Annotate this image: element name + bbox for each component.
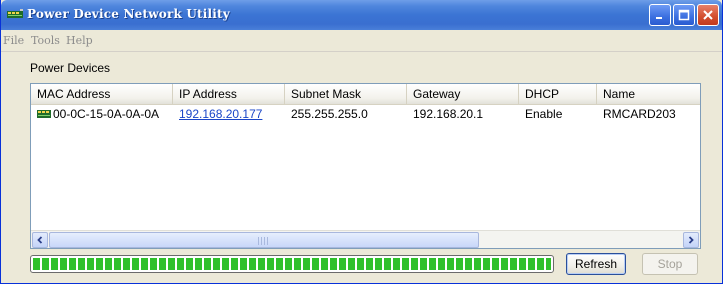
stop-button[interactable]: Stop xyxy=(642,253,698,275)
title-bar[interactable]: Power Device Network Utility xyxy=(1,0,722,30)
horizontal-scrollbar[interactable] xyxy=(31,230,700,248)
grip-icon xyxy=(258,237,268,245)
window-title: Power Device Network Utility xyxy=(27,7,230,21)
progress-fill xyxy=(33,258,551,270)
cell-subnet: 255.255.255.0 xyxy=(291,107,368,121)
list-header: MAC Address IP Address Subnet Mask Gatew… xyxy=(31,84,700,105)
column-header-gateway[interactable]: Gateway xyxy=(407,84,519,104)
close-button[interactable] xyxy=(697,4,719,26)
table-row[interactable]: 00-0C-15-0A-0A-0A 192.168.20.177 255.255… xyxy=(31,106,700,122)
cell-gateway: 192.168.20.1 xyxy=(413,107,484,121)
chevron-left-icon xyxy=(37,236,43,244)
network-device-icon xyxy=(37,110,51,118)
maximize-icon xyxy=(678,9,690,21)
app-window: Power Device Network Utility File Tools … xyxy=(0,0,723,284)
minimize-icon xyxy=(656,17,662,19)
close-icon xyxy=(703,10,713,20)
app-icon xyxy=(7,9,23,18)
column-header-dhcp[interactable]: DHCP xyxy=(519,84,597,104)
cell-name: RMCARD203 xyxy=(603,107,676,121)
column-header-mac[interactable]: MAC Address xyxy=(31,84,173,104)
scroll-left-button[interactable] xyxy=(32,232,48,248)
chevron-right-icon xyxy=(688,236,694,244)
scan-progress-bar xyxy=(30,255,554,273)
maximize-button[interactable] xyxy=(673,4,695,26)
column-header-name[interactable]: Name xyxy=(597,84,700,104)
devices-group-label: Power Devices xyxy=(30,61,111,75)
scrollbar-thumb[interactable] xyxy=(49,232,479,248)
minimize-button[interactable] xyxy=(649,4,671,26)
scroll-right-button[interactable] xyxy=(683,232,699,248)
refresh-button[interactable]: Refresh xyxy=(566,253,626,275)
cell-mac: 00-0C-15-0A-0A-0A xyxy=(53,107,160,121)
cell-dhcp: Enable xyxy=(525,107,563,121)
devices-list[interactable]: MAC Address IP Address Subnet Mask Gatew… xyxy=(30,83,701,249)
menu-tools[interactable]: Tools xyxy=(31,34,60,47)
menu-bar: File Tools Help xyxy=(1,30,722,52)
column-header-subnet[interactable]: Subnet Mask xyxy=(285,84,407,104)
menu-help[interactable]: Help xyxy=(66,34,93,47)
cell-ip-link[interactable]: 192.168.20.177 xyxy=(179,106,262,122)
column-header-ip[interactable]: IP Address xyxy=(173,84,285,104)
menu-file[interactable]: File xyxy=(3,34,24,47)
